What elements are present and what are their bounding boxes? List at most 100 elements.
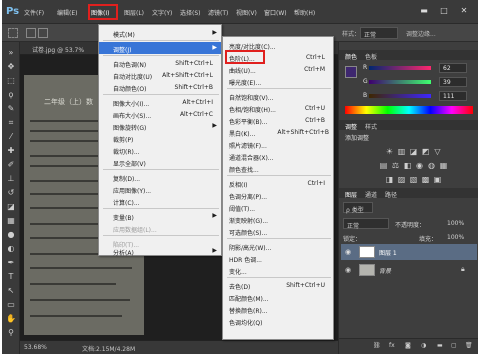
eyedropper-tool-icon[interactable]: ⁄	[6, 132, 16, 142]
tab-layers[interactable]: 图层	[345, 190, 357, 200]
trash-icon[interactable]: 🗑︎	[465, 342, 473, 349]
menu-select[interactable]: 选择(S)	[180, 8, 201, 17]
eraser-tool-icon[interactable]: ◪	[6, 202, 16, 212]
style-select[interactable]: 正常	[360, 27, 398, 39]
posterize-adjust-icon[interactable]: ▨	[397, 176, 406, 184]
menu-item-replace-color[interactable]: 替换颜色(R)...	[223, 303, 333, 315]
balance-adjust-icon[interactable]: ⚖	[391, 162, 400, 170]
menu-item-invert[interactable]: 反相(I) Ctrl+I	[223, 177, 333, 189]
menu-item-crop[interactable]: 裁剪(P)	[99, 132, 221, 144]
layer-row[interactable]: ◉ 背景 🔒︎	[341, 262, 477, 278]
menu-item-vibrance[interactable]: 自然饱和度(V)...	[223, 90, 333, 102]
menu-item-duplicate[interactable]: 复制(D)...	[99, 171, 221, 183]
path-select-tool-icon[interactable]: ↖	[6, 286, 16, 296]
dodge-tool-icon[interactable]: ◐	[6, 244, 16, 254]
brightness-adjust-icon[interactable]: ☀	[385, 148, 394, 156]
channel-r-slider[interactable]	[369, 66, 431, 70]
new-selection-icon[interactable]	[26, 28, 36, 38]
channel-g-slider[interactable]	[369, 80, 431, 84]
healing-tool-icon[interactable]: ✚	[6, 146, 16, 156]
menu-item-mode[interactable]: 模式(M) ▶	[99, 27, 221, 39]
tab-adjustments[interactable]: 调整	[345, 122, 357, 132]
tab-swatches[interactable]: 色板	[365, 52, 377, 62]
minimize-icon[interactable]: ▬	[414, 4, 434, 17]
menu-help[interactable]: 帮助(H)	[294, 8, 315, 17]
layer-kind-filter[interactable]: ρ 类型	[343, 202, 373, 214]
menu-item-photo-filter[interactable]: 照片滤镜(F)...	[223, 138, 333, 150]
selective-color-icon[interactable]: ▣	[433, 176, 442, 184]
refine-edge-button[interactable]: 调整边缘...	[406, 29, 436, 38]
levels-adjust-icon[interactable]: ▥	[397, 148, 406, 156]
hue-adjust-icon[interactable]: ▤	[379, 162, 388, 170]
menu-item-selective-color[interactable]: 可选颜色(S)...	[223, 225, 333, 237]
visibility-eye-icon[interactable]: ◉	[345, 248, 351, 256]
history-brush-icon[interactable]: ↺	[6, 188, 16, 198]
mask-icon[interactable]: ◙	[405, 342, 411, 349]
threshold-adjust-icon[interactable]: ▧	[409, 176, 418, 184]
menu-filter[interactable]: 滤镜(T)	[208, 8, 228, 17]
menu-edit[interactable]: 编辑(E)	[57, 8, 77, 17]
tab-paths[interactable]: 路径	[385, 190, 397, 200]
exposure-adjust-icon[interactable]: ◩	[421, 148, 430, 156]
tab-color[interactable]: 颜色	[345, 52, 357, 62]
lasso-tool-icon[interactable]: ϙ	[6, 90, 16, 100]
lookup-adjust-icon[interactable]: ▦	[439, 162, 448, 170]
foreground-color-swatch[interactable]	[345, 66, 357, 78]
menu-item-channel-mixer[interactable]: 通道混合器(X)...	[223, 150, 333, 162]
menu-item-black-white[interactable]: 黑白(K)... Alt+Shift+Ctrl+B	[223, 126, 333, 138]
close-icon[interactable]: ✕	[454, 4, 474, 17]
menu-item-posterize[interactable]: 色调分离(P)...	[223, 189, 333, 201]
menu-item-adjustments[interactable]: 调整(J) ▶	[99, 42, 221, 54]
hand-tool-icon[interactable]: ✋	[6, 314, 16, 324]
channel-b-slider[interactable]	[369, 94, 431, 98]
brush-tool-icon[interactable]: ✐	[6, 160, 16, 170]
menu-type[interactable]: 文字(Y)	[152, 8, 172, 17]
menu-item-color-balance[interactable]: 色彩平衡(B)... Ctrl+B	[223, 114, 333, 126]
menu-layer[interactable]: 图层(L)	[124, 8, 144, 17]
menu-item-auto-contrast[interactable]: 自动对比度(U) Alt+Shift+Ctrl+L	[99, 69, 221, 81]
channel-g-value[interactable]: 39	[439, 77, 467, 87]
maximize-icon[interactable]: □	[434, 4, 454, 17]
layer-name[interactable]: 图层 1	[379, 248, 397, 257]
tab-channels[interactable]: 通道	[365, 190, 377, 200]
marquee-tool-icon[interactable]: ⬚	[6, 76, 16, 86]
pen-tool-icon[interactable]: ✒	[6, 258, 16, 268]
menu-item-apply-image[interactable]: 应用图像(Y)...	[99, 183, 221, 195]
move-tool-icon[interactable]: ✥	[6, 62, 16, 72]
visibility-eye-icon[interactable]: ◉	[345, 266, 351, 274]
menu-item-reveal-all[interactable]: 显示全部(V)	[99, 156, 221, 168]
menu-item-analysis[interactable]: 分析(A) ▶	[99, 247, 221, 257]
layer-row-selected[interactable]: ◉ 图层 1	[341, 244, 477, 260]
zoom-level[interactable]: 53.68%	[24, 344, 47, 351]
photo-filter-icon[interactable]: ◉	[415, 162, 424, 170]
menu-item-calculations[interactable]: 计算(C)...	[99, 195, 221, 207]
channel-r-value[interactable]: 62	[439, 63, 467, 73]
menu-item-image-size[interactable]: 图像大小(I)... Alt+Ctrl+I	[99, 96, 221, 108]
menu-item-auto-tone[interactable]: 自动色调(N) Shift+Ctrl+L	[99, 57, 221, 69]
fill-value[interactable]: 100%	[447, 234, 464, 244]
curves-adjust-icon[interactable]: ◪	[409, 148, 418, 156]
menu-item-auto-color[interactable]: 自动颜色(O) Shift+Ctrl+B	[99, 81, 221, 93]
gradient-map-icon[interactable]: ▩	[421, 176, 430, 184]
add-selection-icon[interactable]	[38, 28, 48, 38]
menu-item-trim[interactable]: 裁切(R)...	[99, 144, 221, 156]
menu-item-hdr-toning[interactable]: HDR 色调...	[223, 252, 333, 264]
collapse-tools-icon[interactable]: »	[6, 48, 16, 58]
invert-adjust-icon[interactable]: ◨	[385, 176, 394, 184]
new-layer-icon[interactable]: ▢	[451, 342, 457, 349]
menu-item-desaturate[interactable]: 去色(D) Shift+Ctrl+U	[223, 279, 333, 291]
link-layers-icon[interactable]: ⛓	[373, 342, 381, 349]
zoom-tool-icon[interactable]: ⚲	[6, 328, 16, 338]
adjustment-layer-icon[interactable]: ◑	[421, 342, 426, 349]
bw-adjust-icon[interactable]: ◧	[403, 162, 412, 170]
tab-styles[interactable]: 样式	[365, 122, 377, 132]
channel-b-value[interactable]: 111	[439, 91, 467, 101]
menu-item-variations[interactable]: 变化...	[223, 264, 333, 276]
crop-tool-icon[interactable]: ⌗	[6, 118, 16, 128]
opacity-value[interactable]: 100%	[447, 220, 464, 230]
mixer-adjust-icon[interactable]: ◍	[427, 162, 436, 170]
menu-item-shadows-highlights[interactable]: 阴影/高光(W)...	[223, 240, 333, 252]
menu-item-image-rotation[interactable]: 图像旋转(G) ▶	[99, 120, 221, 132]
menu-item-variables[interactable]: 变量(B) ▶	[99, 210, 221, 222]
blur-tool-icon[interactable]: ●	[6, 230, 16, 240]
